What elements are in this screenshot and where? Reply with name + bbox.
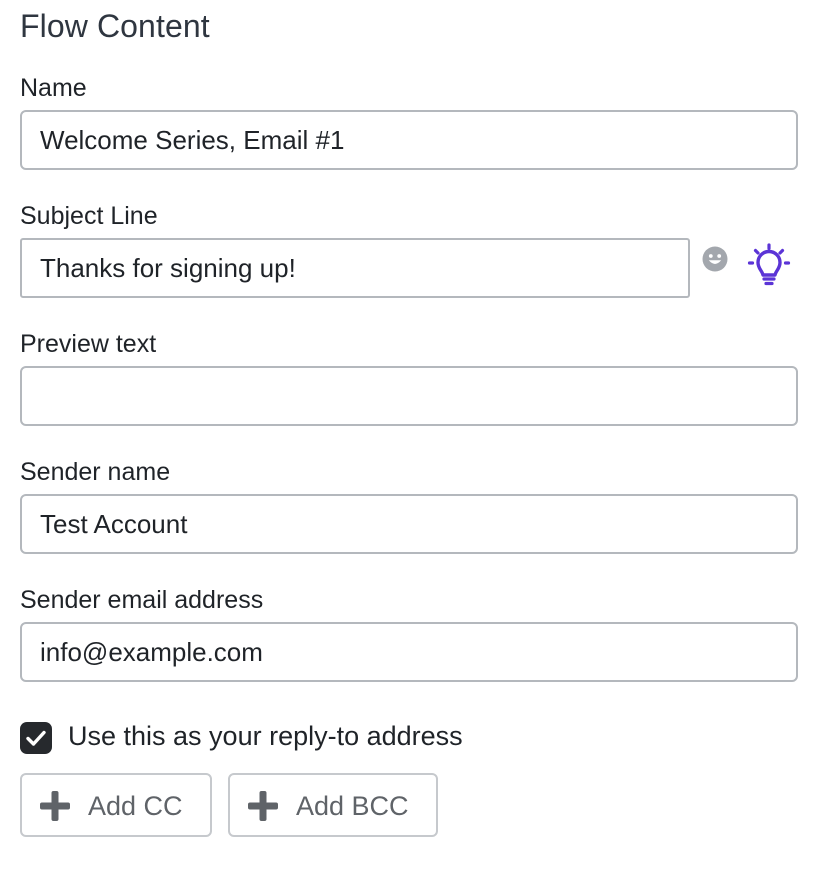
name-label: Name — [20, 74, 87, 102]
panel-title: Flow Content — [20, 8, 210, 44]
add-bcc-button[interactable]: Add BCC — [228, 773, 438, 837]
sender-email-input[interactable] — [20, 622, 798, 682]
add-bcc-label: Add BCC — [296, 791, 409, 821]
sender-email-label: Sender email address — [20, 586, 264, 614]
flow-content-panel: Flow Content Name Subject Line Preview t… — [0, 0, 824, 872]
sender-name-label: Sender name — [20, 458, 171, 486]
add-cc-button[interactable]: Add CC — [20, 773, 212, 837]
plus-icon — [40, 791, 70, 821]
name-input[interactable] — [20, 110, 798, 170]
lightbulb-icon[interactable] — [746, 242, 792, 288]
sender-name-input[interactable] — [20, 494, 798, 554]
checkmark-icon — [26, 730, 46, 746]
preview-text-input[interactable] — [20, 366, 798, 426]
subject-line-input[interactable] — [20, 238, 690, 298]
plus-icon — [248, 791, 278, 821]
smiley-face-icon[interactable] — [702, 246, 728, 272]
add-cc-label: Add CC — [88, 791, 183, 821]
preview-text-label: Preview text — [20, 330, 157, 358]
subject-line-label: Subject Line — [20, 202, 158, 230]
reply-to-checkbox[interactable] — [20, 722, 52, 754]
reply-to-label[interactable]: Use this as your reply-to address — [68, 721, 463, 752]
